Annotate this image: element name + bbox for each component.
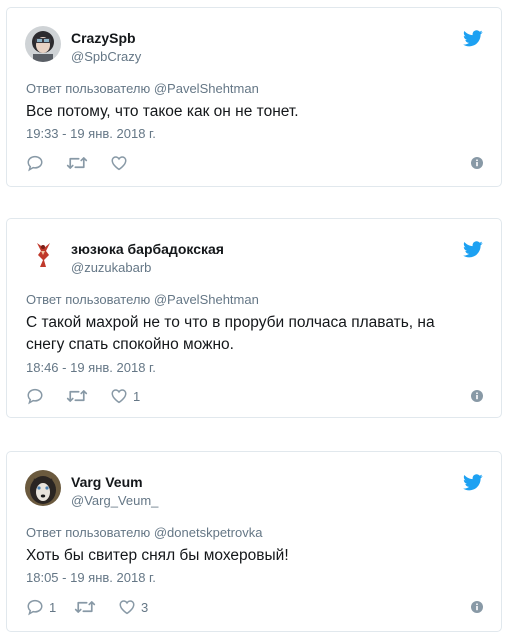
info-circle-icon: [471, 601, 483, 613]
twitter-bird-icon[interactable]: [463, 474, 483, 491]
retweet-arrows-icon: [66, 157, 88, 169]
info-circle-icon: [471, 390, 483, 402]
like-button[interactable]: 3: [118, 597, 148, 617]
reply-context: Ответ пользователю @PavelShehtman: [26, 292, 259, 307]
reply-button[interactable]: [26, 153, 49, 173]
retweet-button[interactable]: [66, 386, 93, 406]
reply-bubble-icon: [27, 599, 43, 616]
mention-link[interactable]: @donetskpetrovka: [154, 525, 263, 540]
retweet-button[interactable]: [66, 153, 93, 173]
tweet-text: Хоть бы свитер снял бы мохеровый!: [26, 547, 289, 564]
like-button[interactable]: [110, 153, 133, 173]
like-count: 1: [133, 388, 141, 404]
tweet-text: Все потому, что такое как он не тонет.: [26, 103, 299, 120]
reply-context: Ответ пользователю @donetskpetrovka: [26, 525, 262, 540]
retweet-button[interactable]: [74, 597, 101, 617]
info-circle-icon: [471, 157, 483, 169]
action-bar: 1: [26, 386, 483, 406]
mention-link[interactable]: @PavelShehtman: [154, 292, 259, 307]
heart-icon: [111, 389, 127, 404]
reply-bubble-icon: [27, 388, 43, 405]
tweet-card[interactable]: Varg Veum @Varg_Veum_ Ответ пользователю…: [6, 451, 502, 632]
reply-bubble-icon: [27, 155, 43, 172]
reply-prefix: Ответ пользователю: [26, 292, 151, 307]
reply-count: 1: [49, 599, 57, 615]
timestamp[interactable]: 19:33 - 19 янв. 2018 г.: [26, 126, 156, 141]
timestamp[interactable]: 18:46 - 19 янв. 2018 г.: [26, 360, 156, 375]
retweet-arrows-icon: [66, 390, 88, 402]
heart-icon: [111, 156, 127, 171]
info-button[interactable]: [471, 597, 483, 617]
action-bar: 1 3: [26, 597, 483, 617]
twitter-bird-icon[interactable]: [463, 30, 483, 47]
info-button[interactable]: [471, 153, 483, 173]
reply-button[interactable]: 1: [26, 597, 56, 617]
tweet-card[interactable]: CrazySpb @SpbCrazy Ответ пользователю @P…: [6, 7, 502, 187]
tweet-card[interactable]: зюзюка барбадокская @zuzukabarb Ответ по…: [6, 218, 502, 418]
mention-link[interactable]: @PavelShehtman: [154, 81, 259, 96]
display-name[interactable]: CrazySpb: [71, 30, 136, 46]
like-button[interactable]: 1: [110, 386, 140, 406]
retweet-arrows-icon: [74, 601, 96, 613]
heart-icon: [119, 600, 135, 615]
user-handle[interactable]: @Varg_Veum_: [71, 493, 158, 508]
info-button[interactable]: [471, 386, 483, 406]
reply-context: Ответ пользователю @PavelShehtman: [26, 81, 259, 96]
reply-prefix: Ответ пользователю: [26, 81, 151, 96]
tweet-text: С такой махрой не то что в проруби полча…: [26, 314, 435, 353]
avatar[interactable]: [25, 470, 61, 506]
display-name[interactable]: Varg Veum: [71, 474, 143, 490]
reply-prefix: Ответ пользователю: [26, 525, 151, 540]
reply-button[interactable]: [26, 386, 49, 406]
action-bar: [26, 153, 483, 173]
user-handle[interactable]: @zuzukabarb: [71, 260, 151, 275]
timestamp[interactable]: 18:05 - 19 янв. 2018 г.: [26, 570, 156, 585]
avatar[interactable]: [25, 26, 61, 62]
like-count: 3: [141, 599, 149, 615]
user-handle[interactable]: @SpbCrazy: [71, 49, 141, 64]
avatar[interactable]: [25, 237, 61, 273]
twitter-bird-icon[interactable]: [463, 241, 483, 258]
display-name[interactable]: зюзюка барбадокская: [71, 241, 224, 257]
